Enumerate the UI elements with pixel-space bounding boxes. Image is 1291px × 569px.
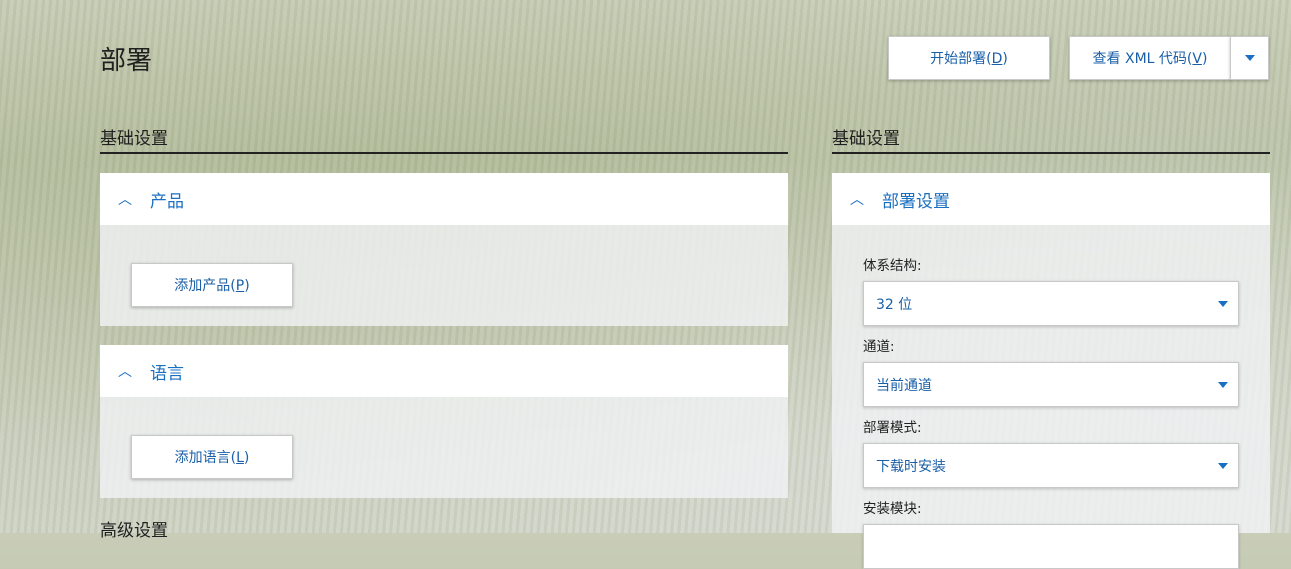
languages-header-label: 语言: [150, 363, 184, 384]
languages-panel-header[interactable]: ︿ 语言: [100, 345, 788, 397]
advanced-settings-title: 高级设置: [100, 521, 168, 541]
install-module-label: 安装模块:: [863, 501, 922, 517]
left-section-title: 基础设置: [100, 124, 788, 154]
chevron-up-icon: ︿: [118, 364, 132, 380]
page-title: 部署: [100, 46, 153, 76]
deploy-settings-panel-header[interactable]: ︿ 部署设置: [832, 173, 1270, 225]
products-header-label: 产品: [150, 191, 184, 212]
caret-down-icon: [1218, 301, 1228, 307]
add-language-button[interactable]: 添加语言(L): [131, 435, 293, 479]
add-language-label: 添加语言(L): [174, 450, 250, 466]
right-section-title: 基础设置: [832, 124, 1270, 154]
view-xml-label: 查看 XML 代码(V): [1092, 51, 1208, 67]
add-product-button[interactable]: 添加产品(P): [131, 263, 293, 307]
view-xml-dropdown-button[interactable]: [1230, 36, 1269, 80]
architecture-select[interactable]: 32 位: [863, 281, 1239, 326]
chevron-up-icon: ︿: [850, 192, 864, 208]
deploy-mode-value: 下载时安装: [876, 458, 946, 475]
view-xml-button[interactable]: 查看 XML 代码(V): [1069, 36, 1231, 80]
architecture-label: 体系结构:: [863, 258, 922, 274]
channel-value: 当前通道: [876, 377, 932, 394]
architecture-value: 32 位: [876, 296, 913, 313]
caret-down-icon: [1218, 463, 1228, 469]
products-panel-header[interactable]: ︿ 产品: [100, 173, 788, 225]
install-module-select[interactable]: [863, 524, 1239, 569]
start-deploy-button[interactable]: 开始部署(D): [888, 36, 1050, 80]
chevron-up-icon: ︿: [118, 192, 132, 208]
deploy-mode-select[interactable]: 下载时安装: [863, 443, 1239, 488]
chevron-down-icon: [1244, 55, 1255, 61]
deploy-settings-header-label: 部署设置: [882, 191, 950, 212]
channel-select[interactable]: 当前通道: [863, 362, 1239, 407]
caret-down-icon: [1218, 382, 1228, 388]
channel-label: 通道:: [863, 339, 895, 355]
add-product-label: 添加产品(P): [174, 278, 250, 294]
deploy-mode-label: 部署模式:: [863, 420, 922, 436]
start-deploy-label: 开始部署(D): [930, 51, 1008, 67]
